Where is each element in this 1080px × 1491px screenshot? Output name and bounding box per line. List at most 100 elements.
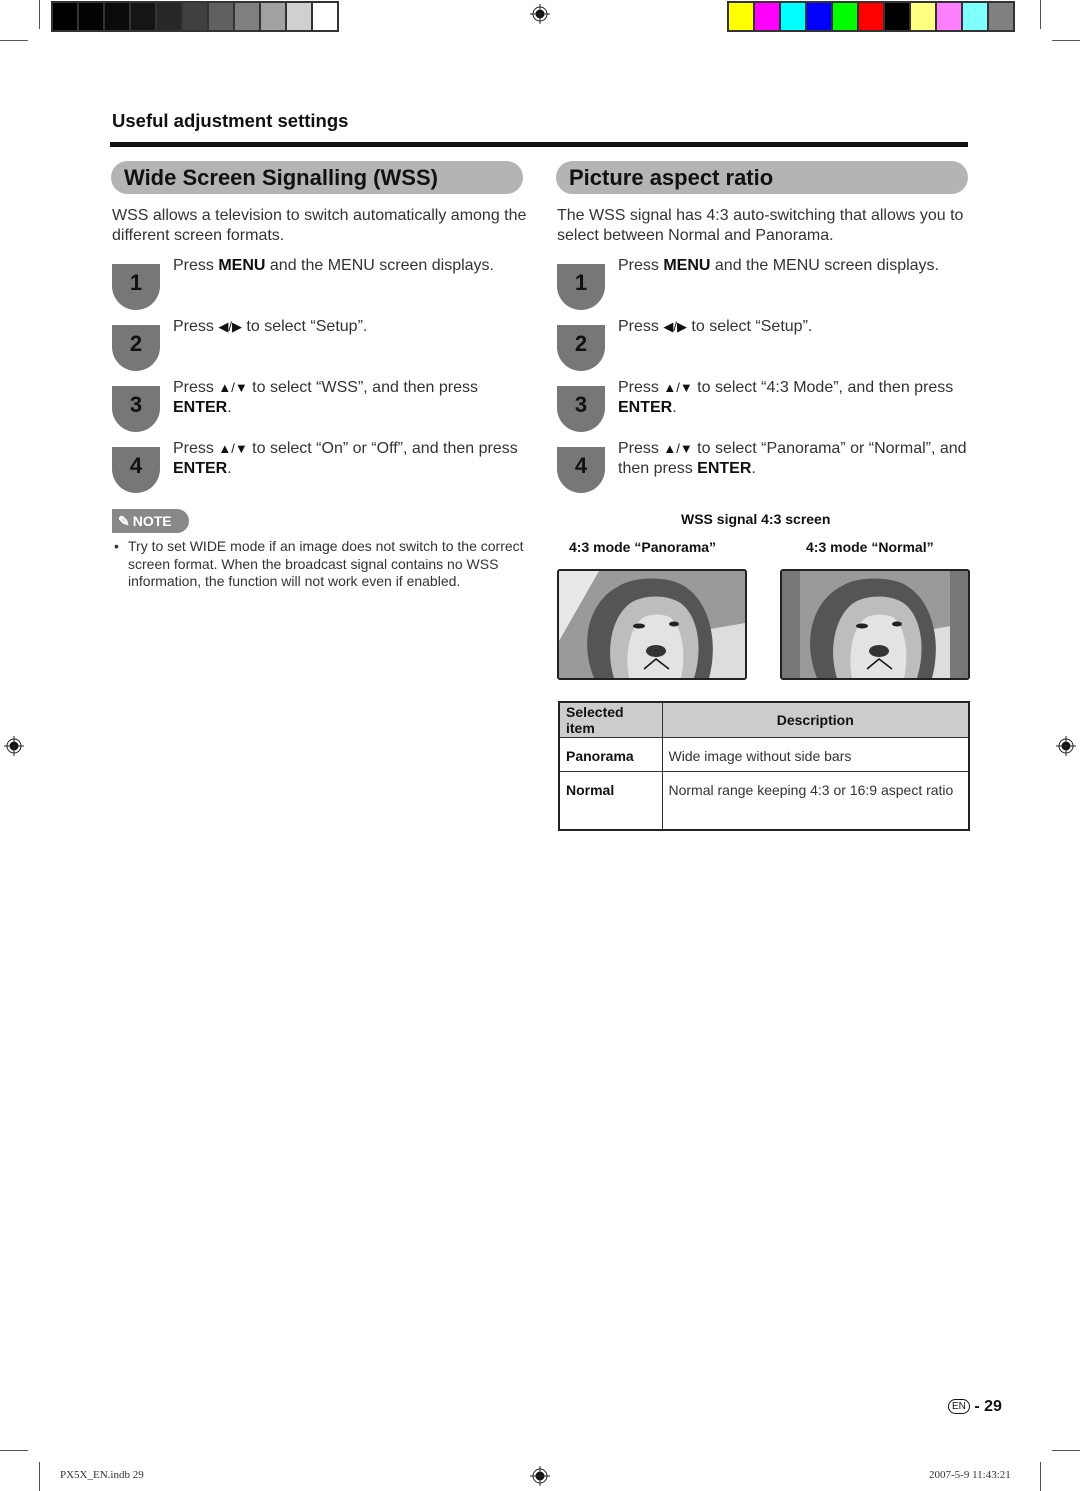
lion-image (559, 571, 745, 678)
color-swatch (53, 3, 77, 30)
registration-mark-icon (1056, 736, 1076, 756)
footer-timestamp: 2007-5-9 11:43:21 (929, 1469, 1011, 1481)
key-name: MENU (218, 257, 266, 274)
step-text-part: . (751, 460, 756, 477)
step-number: 1 (557, 264, 605, 310)
color-calibration-bar (727, 1, 1015, 32)
color-swatch (209, 3, 233, 30)
step-text: Press MENU and the MENU screen displays. (618, 256, 978, 276)
page-number-value: 29 (984, 1398, 1002, 1415)
side-bar-right (950, 571, 968, 678)
color-swatch (105, 3, 129, 30)
note-item: • Try to set WIDE mode if an image does … (114, 538, 524, 591)
color-swatch (989, 3, 1013, 30)
key-name: ENTER (173, 399, 228, 416)
bullet: • (114, 538, 119, 554)
normal-caption: 4:3 mode “Normal” (806, 539, 934, 555)
footer-filename: PX5X_EN.indb 29 (60, 1469, 144, 1481)
key-name: ENTER (618, 399, 673, 416)
key-name: ENTER (173, 460, 228, 477)
arrow-keys-icon: ◀/▶ (663, 319, 687, 334)
step-text-part: Press (173, 440, 219, 457)
step-text-part: to select “WSS”, and then press (247, 379, 479, 396)
step-item: 1 Press MENU and the MENU screen displays… (112, 257, 532, 318)
note-label: NOTE (132, 513, 172, 529)
step-text-part: and the MENU screen displays. (710, 257, 939, 274)
note-text: Try to set WIDE mode if an image does no… (128, 538, 524, 589)
step-number: 4 (112, 447, 160, 493)
color-swatch (833, 3, 857, 30)
crop-mark (0, 1450, 28, 1451)
crop-mark (1052, 1450, 1080, 1451)
side-bar-left (782, 571, 800, 678)
color-swatch (937, 3, 961, 30)
step-text-part: Press (618, 318, 664, 335)
language-badge: EN (948, 1399, 970, 1414)
color-swatch (287, 3, 311, 30)
step-number: 2 (557, 325, 605, 371)
step-text: Press ▲/▼ to select “Panorama” or “Norma… (618, 439, 978, 479)
registration-mark-icon (530, 4, 550, 24)
section-title: Useful adjustment settings (112, 110, 349, 131)
step-text: Press ▲/▼ to select “WSS”, and then pres… (173, 378, 533, 418)
step-text: Press ▲/▼ to select “4:3 Mode”, and then… (618, 378, 978, 418)
crop-mark (0, 40, 28, 41)
step-text-part: . (672, 399, 677, 416)
step-item: 4 Press ▲/▼ to select “On” or “Off”, and … (112, 440, 532, 501)
step-text-part: to select “On” or “Off”, and then press (247, 440, 518, 457)
aspect-intro: The WSS signal has 4:3 auto-switching th… (557, 207, 964, 244)
step-text-part: Press (173, 318, 219, 335)
gray-calibration-bar (51, 1, 339, 32)
aspect-heading: Picture aspect ratio (556, 161, 968, 194)
color-swatch (79, 3, 103, 30)
section-divider (110, 142, 968, 147)
step-item: 3 Press ▲/▼ to select “WSS”, and then pre… (112, 379, 532, 440)
step-text: Press MENU and the MENU screen displays. (173, 256, 533, 276)
color-swatch (859, 3, 883, 30)
color-swatch (261, 3, 285, 30)
registration-mark-icon (530, 1466, 550, 1486)
step-item: 4 Press ▲/▼ to select “Panorama” or “Norm… (557, 440, 977, 501)
lion-image (782, 571, 968, 678)
note-badge: ✎ NOTE (112, 509, 189, 533)
wss-intro: WSS allows a television to switch automa… (112, 207, 527, 244)
arrow-keys-icon: ◀/▶ (218, 319, 242, 334)
table-row: Panorama Wide image without side bars (558, 737, 970, 772)
color-swatch (131, 3, 155, 30)
crop-mark (39, 0, 40, 29)
step-text-part: to select “4:3 Mode”, and then press (692, 379, 954, 396)
color-swatch (911, 3, 935, 30)
normal-screen-image (780, 569, 970, 680)
panorama-caption: 4:3 mode “Panorama” (569, 539, 717, 555)
page-number: EN - 29 (948, 1398, 1002, 1416)
step-text-part: to select “Setup”. (686, 318, 813, 335)
color-swatch (755, 3, 779, 30)
key-name: MENU (663, 257, 711, 274)
color-swatch (885, 3, 909, 30)
page-separator: - (974, 1398, 980, 1415)
step-item: 2 Press ◀/▶ to select “Setup”. (112, 318, 532, 379)
arrow-keys-icon: ▲/▼ (663, 441, 693, 456)
step-number: 3 (557, 386, 605, 432)
color-swatch (183, 3, 207, 30)
step-number: 3 (112, 386, 160, 432)
arrow-keys-icon: ▲/▼ (663, 380, 693, 395)
figure-title: WSS signal 4:3 screen (681, 511, 831, 527)
table-cell-description: Wide image without side bars (661, 737, 970, 772)
table-cell-description: Normal range keeping 4:3 or 16:9 aspect … (661, 771, 970, 830)
table-cell-item: Normal (558, 771, 663, 830)
step-text-part: . (227, 460, 232, 477)
color-swatch (781, 3, 805, 30)
crop-mark (39, 1462, 40, 1491)
step-item: 1 Press MENU and the MENU screen displays… (557, 257, 977, 318)
step-text: Press ▲/▼ to select “On” or “Off”, and t… (173, 439, 533, 479)
crop-mark (1052, 40, 1080, 41)
column-header: Selected item (558, 701, 663, 738)
key-name: ENTER (697, 460, 752, 477)
step-number: 2 (112, 325, 160, 371)
step-number: 4 (557, 447, 605, 493)
step-text-part: Press (618, 379, 664, 396)
paperclip-icon: ✎ (118, 513, 130, 529)
color-swatch (157, 3, 181, 30)
step-text-part: and the MENU screen displays. (265, 257, 494, 274)
